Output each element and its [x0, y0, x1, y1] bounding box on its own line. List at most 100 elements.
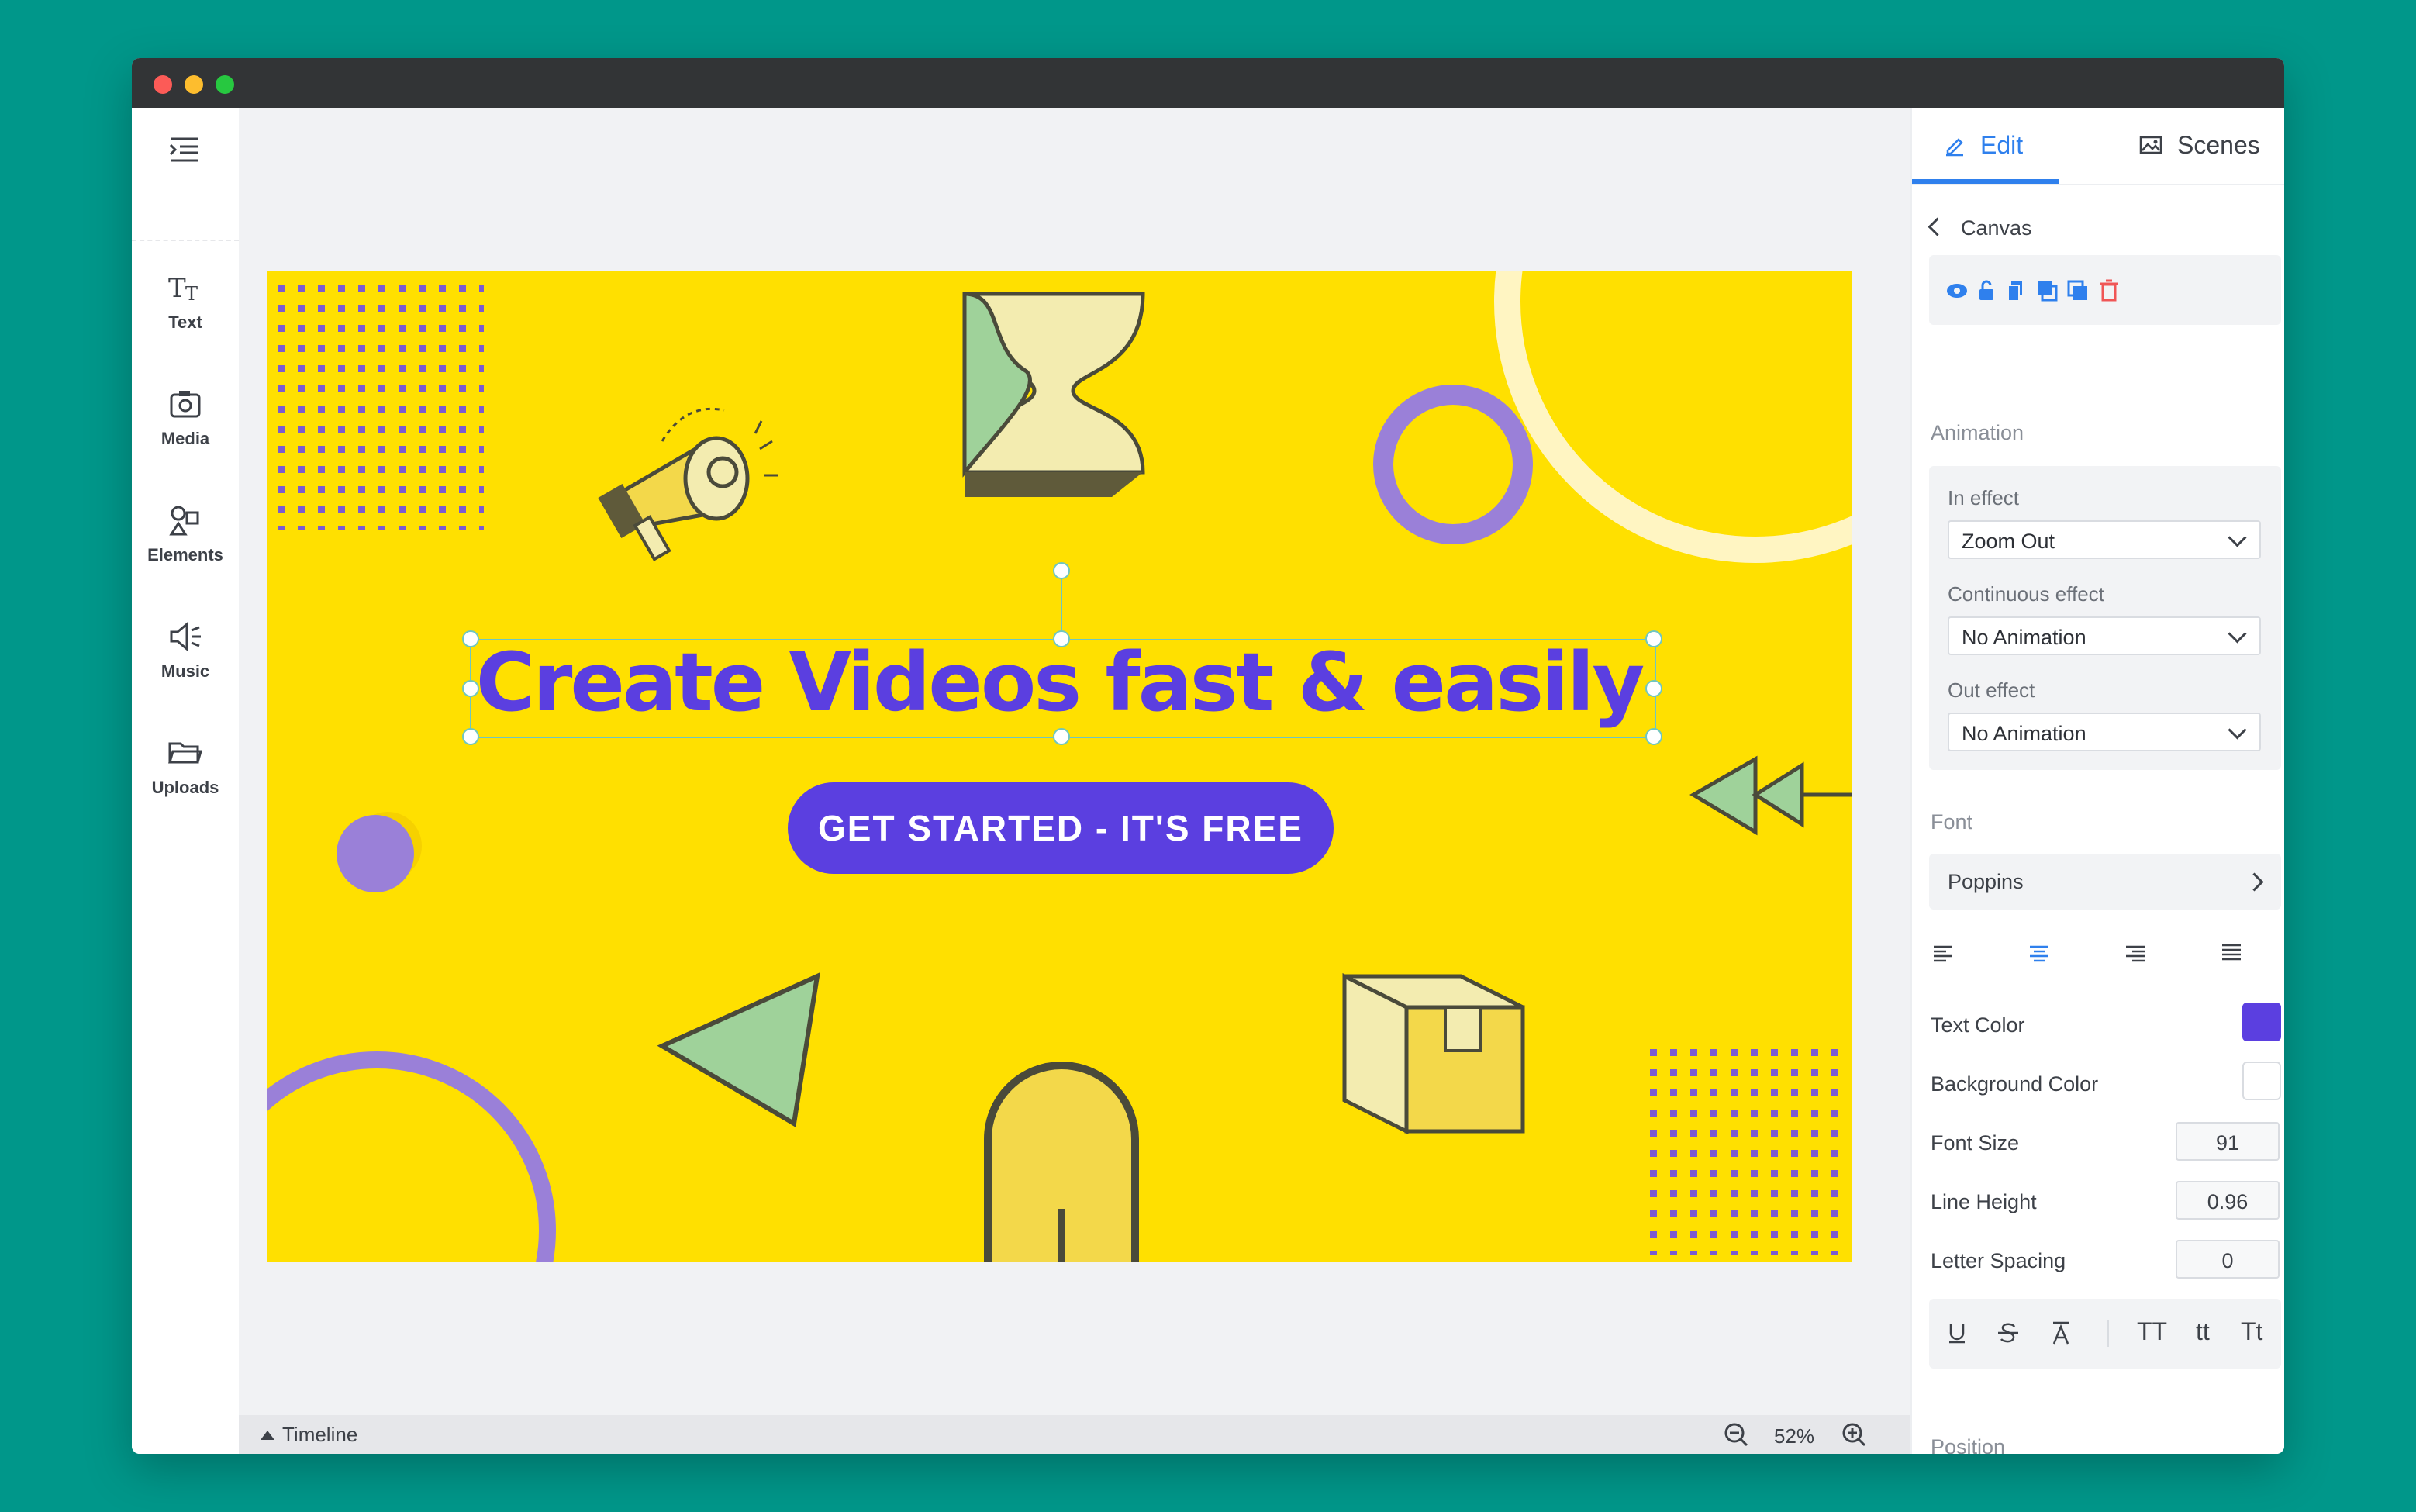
letter-spacing-label: Letter Spacing: [1931, 1249, 2066, 1272]
animation-section-label: Animation: [1931, 421, 2024, 444]
chevron-right-icon: [2245, 872, 2264, 892]
capitalize-button[interactable]: Tt: [2241, 1317, 2262, 1346]
background-color-swatch[interactable]: [2242, 1062, 2281, 1100]
sidebar-item-label: Elements: [147, 545, 223, 564]
select-value: Zoom Out: [1962, 530, 2055, 553]
sidebar-item-uploads[interactable]: Uploads: [132, 736, 239, 829]
camera-icon: [170, 391, 201, 418]
arrow-illustration: [1689, 755, 1852, 836]
underline-icon[interactable]: [1943, 1319, 1971, 1347]
left-sidebar: TT Text Media Elements Music Uploads: [132, 108, 240, 1454]
letter-spacing-input[interactable]: 0: [2176, 1240, 2280, 1279]
bottom-bar: Timeline 52%: [239, 1415, 1910, 1454]
zoom-out-icon[interactable]: [1723, 1421, 1749, 1448]
text-color-swatch[interactable]: [2242, 1003, 2281, 1041]
sidebar-item-music[interactable]: Music: [132, 620, 239, 713]
font-family-value: Poppins: [1948, 870, 2024, 893]
align-left-icon[interactable]: [1929, 939, 1957, 967]
app-window: TT Text Media Elements Music Uploads Cre…: [132, 58, 2284, 1454]
svg-text:T: T: [168, 273, 186, 304]
breadcrumb-back[interactable]: Canvas: [1928, 216, 2032, 240]
resize-handle[interactable]: [462, 728, 479, 745]
out-effect-label: Out effect: [1948, 678, 2035, 702]
background-color-label: Background Color: [1931, 1072, 2099, 1096]
dot-pattern-decoration: [274, 281, 484, 530]
out-effect-select[interactable]: No Animation: [1948, 713, 2261, 751]
send-backward-icon[interactable]: [2064, 277, 2092, 305]
duplicate-icon[interactable]: [2002, 277, 2030, 305]
continuous-effect-select[interactable]: No Animation: [1948, 616, 2261, 655]
unlock-icon[interactable]: [1972, 277, 2000, 305]
ring-decoration: [267, 1051, 556, 1262]
maximize-window-button[interactable]: [216, 75, 234, 94]
eye-icon[interactable]: [1943, 277, 1971, 305]
svg-text:T: T: [185, 283, 198, 305]
text-color-label: Text Color: [1931, 1013, 2025, 1037]
zoom-in-icon[interactable]: [1841, 1421, 1867, 1448]
font-section-label: Font: [1931, 810, 1973, 834]
resize-handle[interactable]: [462, 680, 479, 697]
timeline-label: Timeline: [282, 1423, 358, 1446]
image-icon: [2139, 136, 2162, 154]
tab-scenes[interactable]: Scenes: [2138, 131, 2260, 160]
minimize-window-button[interactable]: [185, 75, 203, 94]
animation-settings: In effect Zoom Out Continuous effect No …: [1929, 466, 2281, 770]
font-size-label: Font Size: [1931, 1131, 2020, 1155]
trash-icon[interactable]: [2095, 277, 2123, 305]
box-illustration: [1342, 972, 1525, 1135]
resize-handle[interactable]: [1645, 630, 1662, 647]
close-window-button[interactable]: [154, 75, 172, 94]
breadcrumb-label: Canvas: [1961, 216, 2032, 240]
menu-icon[interactable]: [166, 131, 203, 168]
pill-illustration: [984, 1062, 1139, 1262]
select-value: No Animation: [1962, 722, 2086, 745]
sidebar-item-text[interactable]: TT Text: [132, 271, 239, 364]
element-toolbar: [1929, 255, 2281, 325]
font-size-input[interactable]: 91: [2176, 1122, 2280, 1161]
continuous-effect-label: Continuous effect: [1948, 582, 2104, 606]
overline-icon[interactable]: [2047, 1319, 2075, 1347]
align-center-icon[interactable]: [2025, 939, 2053, 967]
sidebar-item-label: Media: [160, 429, 210, 448]
speaker-icon: [170, 621, 201, 652]
bring-forward-icon[interactable]: [2033, 277, 2061, 305]
panel-tabs: Edit Scenes: [1912, 108, 2284, 185]
timeline-toggle[interactable]: Timeline: [261, 1423, 357, 1447]
tab-label: Edit: [1980, 131, 2024, 159]
sidebar-item-media[interactable]: Media: [132, 387, 239, 480]
rotate-handle[interactable]: [1053, 562, 1070, 579]
megaphone-illustration: [598, 407, 778, 561]
triangle-illustration: [657, 972, 820, 1127]
folder-icon: [168, 742, 202, 764]
resize-handle[interactable]: [462, 630, 479, 647]
ring-decoration: [1373, 385, 1533, 544]
toolbar-divider: [2107, 1320, 2109, 1347]
align-right-icon[interactable]: [2121, 939, 2149, 967]
font-family-picker[interactable]: Poppins: [1929, 854, 2281, 910]
tab-edit[interactable]: Edit: [1943, 131, 2023, 160]
selection-box[interactable]: [470, 639, 1656, 738]
in-effect-select[interactable]: Zoom Out: [1948, 520, 2261, 559]
shapes-icon: [169, 506, 199, 536]
position-section-label: Position: [1931, 1435, 2006, 1454]
resize-handle[interactable]: [1053, 728, 1070, 745]
line-height-input[interactable]: 0.96: [2176, 1181, 2280, 1220]
lowercase-button[interactable]: tt: [2196, 1317, 2210, 1346]
align-justify-icon[interactable]: [2218, 939, 2245, 967]
sidebar-item-elements[interactable]: Elements: [132, 503, 239, 596]
select-value: No Animation: [1962, 626, 2086, 649]
resize-handle[interactable]: [1645, 680, 1662, 697]
chevron-down-icon: [2228, 528, 2247, 547]
sidebar-item-label: Music: [160, 661, 210, 681]
sidebar-item-label: Uploads: [151, 778, 219, 797]
resize-handle[interactable]: [1645, 728, 1662, 745]
video-canvas[interactable]: Create Videos fast & easily GET STARTED …: [267, 271, 1852, 1262]
uppercase-button[interactable]: TT: [2137, 1317, 2167, 1346]
pencil-icon: [1946, 138, 1963, 157]
chevron-down-icon: [2228, 624, 2247, 644]
strikethrough-icon[interactable]: [1994, 1319, 2022, 1347]
hourglass-illustration: [962, 292, 1145, 497]
cta-button[interactable]: GET STARTED - IT'S FREE: [788, 782, 1334, 874]
resize-handle[interactable]: [1053, 630, 1070, 647]
active-tab-indicator: [1912, 179, 2059, 184]
